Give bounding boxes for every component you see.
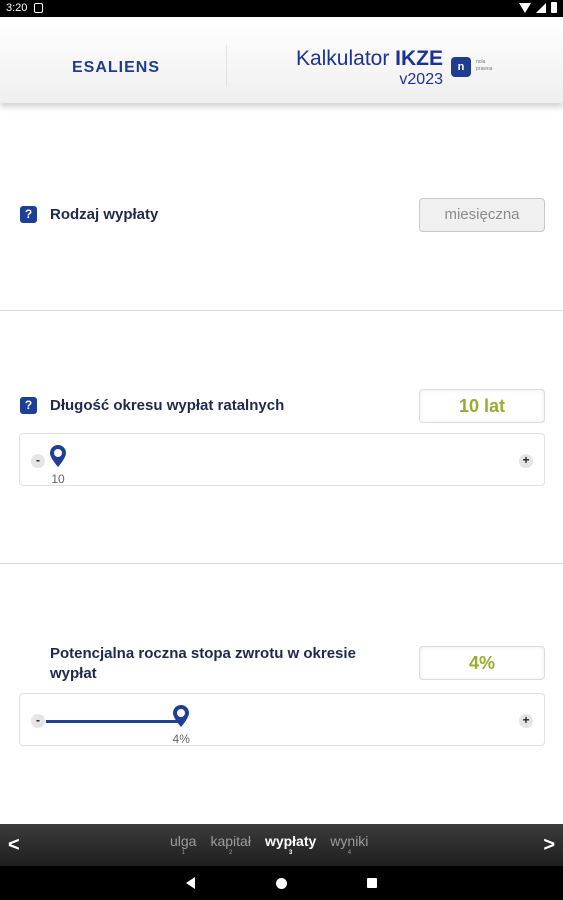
title-prefix: Kalkulator bbox=[295, 47, 396, 70]
step-number: 4 bbox=[347, 850, 352, 856]
help-icon-payout-type[interactable]: ? bbox=[20, 206, 37, 223]
slider-value-label: 4% bbox=[172, 732, 190, 746]
payout-type-label: Rodzaj wypłaty bbox=[50, 206, 159, 223]
step-number: 2 bbox=[229, 850, 233, 856]
payout-period-slider[interactable]: - 10 + bbox=[19, 433, 545, 486]
esaliens-logo: ESALIENS bbox=[72, 59, 161, 76]
step-navigation: < ulga 1 kapitał 2 wypłaty 3 wyniki 4 > bbox=[0, 824, 563, 866]
increase-button[interactable]: + bbox=[519, 714, 533, 728]
legal-badge-note: nola prawna bbox=[476, 59, 493, 72]
payout-type-button[interactable]: miesięczna bbox=[419, 198, 545, 232]
help-icon-payout-period[interactable]: ? bbox=[20, 397, 37, 414]
header-divider bbox=[226, 45, 227, 87]
status-bar: 3:20 bbox=[0, 0, 563, 17]
legal-badge-icon[interactable]: n bbox=[451, 57, 471, 77]
step-label: wyniki bbox=[330, 833, 369, 849]
step-tab-kapitał[interactable]: kapitał 2 bbox=[210, 833, 250, 857]
step-label: kapitał bbox=[210, 833, 251, 849]
step-label: wypłaty bbox=[264, 833, 317, 849]
decrease-button[interactable]: - bbox=[31, 454, 45, 468]
app-title: Kalkulator IKZE v2023 bbox=[296, 47, 443, 89]
payout-period-label: Długość okresu wypłat ratalnych bbox=[50, 397, 285, 414]
step-tab-wyniki[interactable]: wyniki 4 bbox=[330, 833, 368, 857]
increase-button[interactable]: + bbox=[519, 454, 533, 468]
app-header: ESALIENS Kalkulator IKZE v2023 n nola pr… bbox=[0, 17, 563, 103]
title-version: v2023 bbox=[399, 71, 443, 88]
slider-pin-icon[interactable] bbox=[49, 444, 67, 468]
return-rate-value[interactable]: 4% bbox=[419, 646, 545, 680]
recent-apps-icon[interactable] bbox=[367, 878, 377, 888]
step-label: ulga bbox=[170, 833, 197, 849]
back-icon[interactable] bbox=[186, 877, 195, 889]
decrease-button[interactable]: - bbox=[31, 714, 45, 728]
section-divider bbox=[0, 310, 563, 311]
signal-icon bbox=[536, 2, 546, 13]
title-ikze: IKZE bbox=[395, 47, 443, 70]
slider-pin-icon[interactable] bbox=[172, 704, 190, 728]
next-step-button[interactable]: > bbox=[543, 834, 555, 857]
notification-icon bbox=[34, 3, 43, 13]
home-icon[interactable] bbox=[276, 878, 287, 889]
step-number: 1 bbox=[181, 850, 185, 856]
status-time: 3:20 bbox=[6, 2, 28, 14]
slider-track-fill bbox=[46, 720, 182, 723]
slider-value-label: 10 bbox=[51, 472, 65, 486]
step-tab-wypłaty[interactable]: wypłaty 3 bbox=[265, 833, 316, 857]
payout-period-value[interactable]: 10 lat bbox=[419, 389, 545, 423]
step-number: 3 bbox=[288, 850, 293, 856]
step-list: ulga 1 kapitał 2 wypłaty 3 wyniki 4 bbox=[170, 833, 368, 857]
battery-icon bbox=[551, 2, 557, 13]
step-tab-ulga[interactable]: ulga 1 bbox=[170, 833, 196, 857]
system-navigation-bar bbox=[0, 866, 563, 900]
wifi-icon bbox=[519, 2, 531, 13]
return-rate-slider[interactable]: - 4% + bbox=[19, 693, 545, 746]
return-rate-label: Potencjalna roczna stopa zwrotu w okresi… bbox=[50, 645, 356, 682]
prev-step-button[interactable]: < bbox=[8, 834, 20, 857]
status-icons bbox=[519, 2, 557, 13]
section-divider bbox=[0, 563, 563, 564]
